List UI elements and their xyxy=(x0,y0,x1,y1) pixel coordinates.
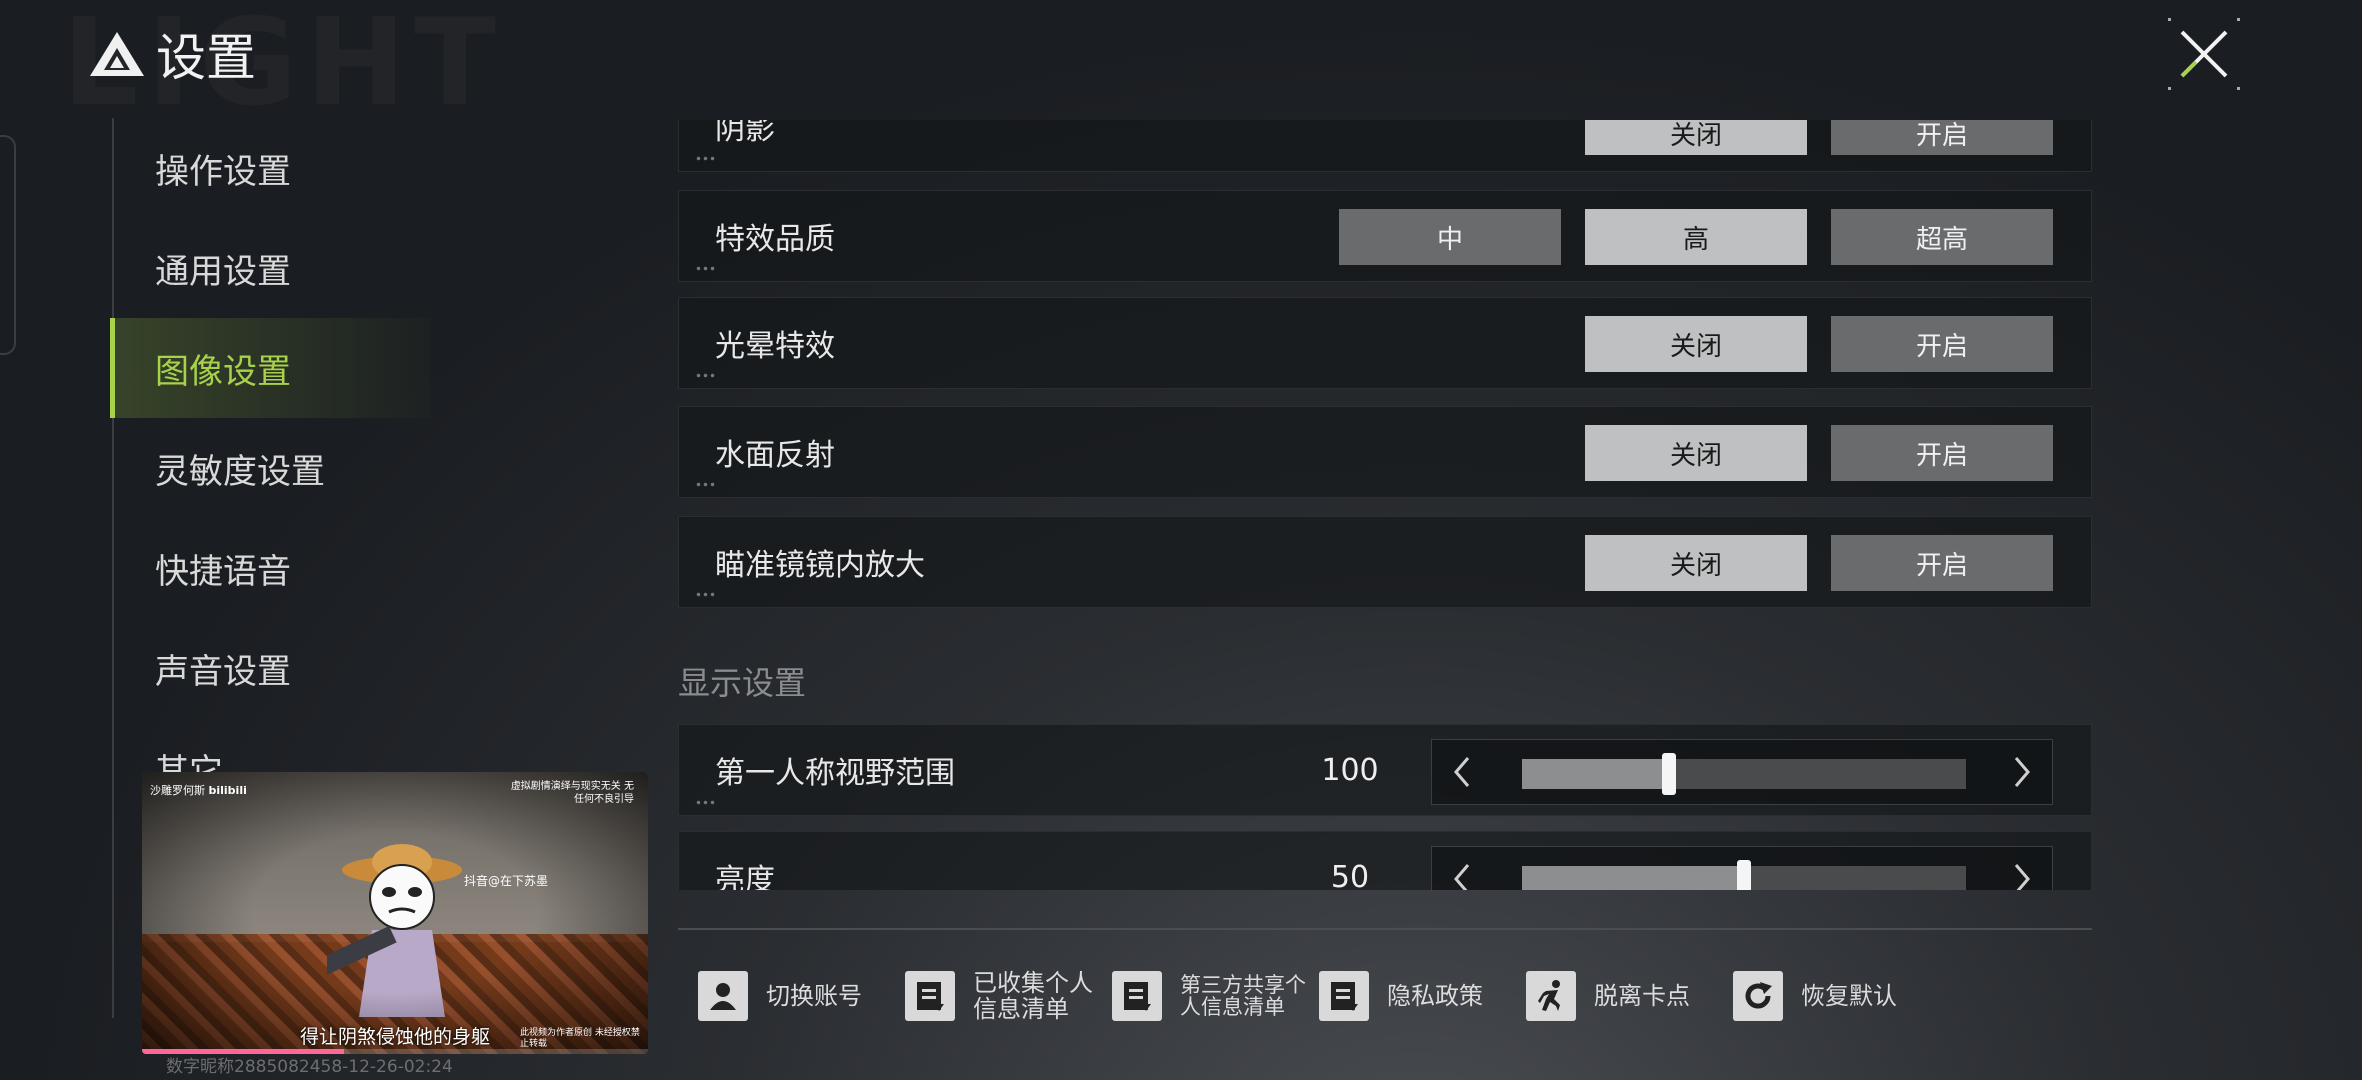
fov-increase-button[interactable] xyxy=(1992,740,2052,804)
sidebar-item-label: 通用设置 xyxy=(155,251,291,292)
button-label: 第三方共享个 人信息清单 xyxy=(1180,973,1306,1019)
fov-slider-track[interactable] xyxy=(1522,753,1966,795)
document-icon xyxy=(1112,971,1162,1021)
settings-content[interactable]: 阴影 关闭 开启 特效品质 中 高 超高 光晕特效 关闭 开启 水面反射 关闭 … xyxy=(678,120,2092,890)
section-title-display: 显示设置 xyxy=(678,664,807,702)
scope-zoom-off-button[interactable]: 关闭 xyxy=(1585,535,1807,591)
setting-row-fov: 第一人称视野范围 100 xyxy=(678,724,2092,816)
setting-label: 第一人称视野范围 xyxy=(715,756,955,791)
fov-value: 100 xyxy=(1321,752,1379,788)
setting-label: 水面反射 xyxy=(715,438,835,473)
setting-label: 阴影 xyxy=(715,120,775,147)
sidebar-item-label: 快捷语音 xyxy=(155,551,291,592)
effects-ultra-button[interactable]: 超高 xyxy=(1831,209,2053,265)
document-icon xyxy=(905,971,955,1021)
setting-label: 亮度 xyxy=(715,863,775,890)
document-icon xyxy=(1319,971,1369,1021)
switch-account-button[interactable]: 切换账号 xyxy=(698,971,905,1021)
sidebar-item-label: 图像设置 xyxy=(155,351,291,392)
sidebar-item-quick-voice[interactable]: 快捷语音 xyxy=(112,518,430,618)
video-watermark: 此视频为作者原创 未经授权禁止转载 xyxy=(520,1028,640,1049)
water-reflection-on-button[interactable]: 开启 xyxy=(1831,425,2053,481)
chevron-right-icon xyxy=(2014,864,2030,890)
video-vignette xyxy=(142,772,648,1054)
row-dots xyxy=(695,482,715,487)
setting-row-brightness: 亮度 50 xyxy=(678,831,2092,890)
setting-label: 瞄准镜镜内放大 xyxy=(715,548,925,583)
header: 设置 xyxy=(88,18,256,90)
video-disclaimer: 虚拟剧情演绎与现实无关 无任何不良引导 xyxy=(510,781,634,805)
chevron-right-icon xyxy=(2014,757,2030,787)
setting-row-bloom: 光晕特效 关闭 开启 xyxy=(678,297,2092,389)
sidebar-item-label: 灵敏度设置 xyxy=(155,451,325,492)
button-label: 隐私政策 xyxy=(1387,982,1483,1010)
sidebar-item-sensitivity[interactable]: 灵敏度设置 xyxy=(112,418,430,518)
brightness-slider xyxy=(1431,846,2053,890)
running-person-icon xyxy=(1526,971,1576,1021)
fov-slider xyxy=(1431,739,2053,805)
shadow-on-button[interactable]: 开启 xyxy=(1831,120,2053,155)
water-reflection-off-button[interactable]: 关闭 xyxy=(1585,425,1807,481)
page-title: 设置 xyxy=(156,29,256,87)
fov-slider-thumb[interactable] xyxy=(1661,753,1676,795)
bottom-action-bar: 切换账号 已收集个人 信息清单 第三方共享个 人信息清单 隐私政策 脱离卡点 恢复默… xyxy=(698,968,1913,1024)
fov-decrease-button[interactable] xyxy=(1432,740,1492,804)
row-dots xyxy=(695,156,715,161)
row-dots xyxy=(695,373,715,378)
video-caption: 抖音@在下苏墨 xyxy=(464,874,549,888)
sidebar-item-label: 操作设置 xyxy=(155,151,291,192)
row-dots xyxy=(695,800,715,805)
button-label: 脱离卡点 xyxy=(1594,982,1690,1010)
user-id-watermark: 数字昵称2885082458-12-26-02:24 xyxy=(166,1057,453,1077)
setting-row-shadow: 阴影 关闭 开启 xyxy=(678,120,2092,172)
chevron-left-icon xyxy=(1454,757,1470,787)
effects-high-button[interactable]: 高 xyxy=(1585,209,1807,265)
setting-row-water-reflection: 水面反射 关闭 开启 xyxy=(678,406,2092,498)
button-label: 已收集个人 信息清单 xyxy=(973,969,1093,1023)
close-button[interactable] xyxy=(2168,18,2240,90)
button-label: 恢复默认 xyxy=(1801,982,1897,1010)
brightness-value: 50 xyxy=(1330,859,1370,891)
row-dots xyxy=(695,266,715,271)
third-party-info-list-button[interactable]: 第三方共享个 人信息清单 xyxy=(1112,971,1319,1021)
brightness-increase-button[interactable] xyxy=(1992,847,2052,890)
effects-medium-button[interactable]: 中 xyxy=(1339,209,1561,265)
sidebar-item-controls[interactable]: 操作设置 xyxy=(112,118,430,218)
video-uploader: 沙雕罗何斯 bilibili xyxy=(150,784,247,797)
sidebar: 操作设置 通用设置 图像设置 灵敏度设置 快捷语音 声音设置 其它 xyxy=(110,118,430,818)
bloom-on-button[interactable]: 开启 xyxy=(1831,316,2053,372)
logo-icon xyxy=(88,30,146,78)
brightness-slider-fill xyxy=(1522,866,1744,890)
brightness-slider-track[interactable] xyxy=(1522,860,1966,890)
restore-default-button[interactable]: 恢复默认 xyxy=(1733,971,1913,1021)
setting-label: 光晕特效 xyxy=(715,329,835,364)
privacy-policy-button[interactable]: 隐私政策 xyxy=(1319,971,1526,1021)
close-icon xyxy=(2168,18,2240,90)
row-dots xyxy=(695,592,715,597)
refresh-icon xyxy=(1733,971,1783,1021)
brightness-slider-thumb[interactable] xyxy=(1737,860,1751,890)
brightness-decrease-button[interactable] xyxy=(1432,847,1492,890)
side-drawer-handle[interactable] xyxy=(0,135,16,355)
sidebar-item-general[interactable]: 通用设置 xyxy=(112,218,430,318)
setting-row-effects-quality: 特效品质 中 高 超高 xyxy=(678,190,2092,282)
unstuck-button[interactable]: 脱离卡点 xyxy=(1526,971,1733,1021)
sidebar-item-graphics[interactable]: 图像设置 xyxy=(110,318,430,418)
bottom-divider xyxy=(678,928,2092,930)
chevron-left-icon xyxy=(1454,864,1470,890)
sidebar-item-sound[interactable]: 声音设置 xyxy=(112,618,430,718)
setting-row-scope-zoom: 瞄准镜镜内放大 关闭 开启 xyxy=(678,516,2092,608)
scope-zoom-on-button[interactable]: 开启 xyxy=(1831,535,2053,591)
collected-info-list-button[interactable]: 已收集个人 信息清单 xyxy=(905,970,1112,1022)
setting-label: 特效品质 xyxy=(715,222,835,257)
user-icon xyxy=(698,971,748,1021)
bloom-off-button[interactable]: 关闭 xyxy=(1585,316,1807,372)
sidebar-item-label: 声音设置 xyxy=(155,651,291,692)
floating-video-player[interactable]: 沙雕罗何斯 bilibili 虚拟剧情演绎与现实无关 无任何不良引导 抖音@在下… xyxy=(142,772,648,1054)
fov-slider-fill xyxy=(1522,759,1669,789)
button-label: 切换账号 xyxy=(766,982,862,1010)
shadow-off-button[interactable]: 关闭 xyxy=(1585,120,1807,155)
